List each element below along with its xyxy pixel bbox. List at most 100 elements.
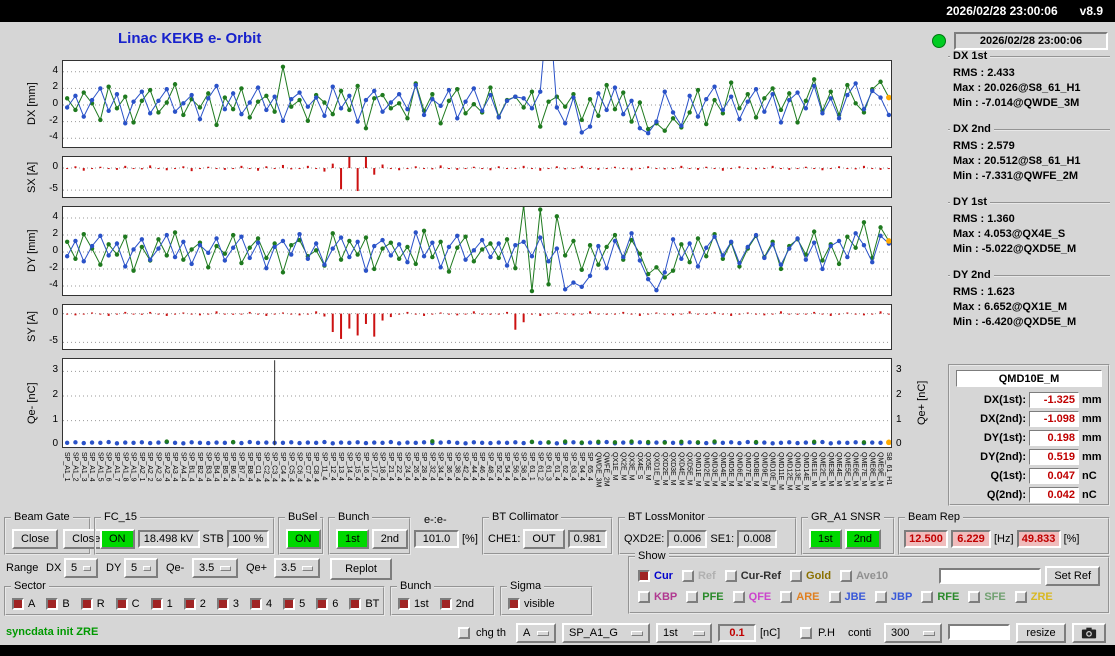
checkbox-1st[interactable] [398, 597, 410, 610]
check-item-a: A [12, 597, 35, 610]
checkbox-cur[interactable] [638, 570, 650, 582]
y-axis-title-dy: DY [mm] [26, 229, 38, 273]
bunch-1st-button[interactable]: 1st [336, 529, 369, 549]
menu-indicator-icon [220, 565, 231, 571]
conti-input[interactable] [948, 624, 1010, 640]
checkbox-jbe[interactable] [828, 591, 841, 603]
bunch-select-frame: Bunch 1st 2nd [328, 511, 411, 555]
check-label-c: C [131, 597, 140, 610]
checkbox-bt[interactable] [349, 597, 362, 610]
checkbox-4[interactable] [249, 597, 262, 610]
beam-gate-close-1-button[interactable]: Close [12, 529, 59, 549]
beam-rep-hz-label: [Hz] [994, 533, 1014, 545]
ee-ratio-label: e-:e- [424, 514, 447, 526]
range-qem-label: Qe- [166, 562, 185, 574]
checkbox-ave10[interactable] [840, 570, 853, 582]
screenshot-button[interactable] [1072, 623, 1106, 643]
check-item-zre: ZRE [1014, 591, 1053, 603]
beam-rep-frame: Beam Rep 12.500 6.229 [Hz] 49.833 [%] [898, 511, 1110, 555]
checkbox-6[interactable] [316, 597, 329, 610]
check-item-c: C [115, 597, 140, 610]
replot-button[interactable]: Replot [330, 558, 392, 580]
check-item-bt: BT [349, 597, 379, 610]
ph-label: P.H [818, 627, 835, 639]
check-label-cur-ref: Cur-Ref [740, 570, 782, 582]
checkbox-rfe[interactable] [921, 591, 934, 603]
gr-snsr-2nd-button[interactable]: 2nd [844, 529, 882, 549]
ee-ratio-unit: [%] [462, 533, 478, 545]
check-label-are: ARE [796, 591, 820, 603]
checkbox-cur-ref[interactable] [724, 570, 737, 582]
check-item-kbp: KBP [638, 591, 677, 603]
checkbox-b[interactable] [46, 597, 59, 610]
se1-label: SE1: [710, 533, 735, 545]
check-label-1st: 1st [414, 597, 429, 610]
chg-th-checkbox[interactable] [458, 627, 470, 639]
checkbox-qfe[interactable] [732, 591, 745, 603]
checkbox-c[interactable] [115, 597, 128, 610]
bunch-select[interactable]: 1st [656, 623, 712, 643]
checkbox-1[interactable] [150, 597, 163, 610]
range-qem-select[interactable]: 3.5 [192, 558, 238, 578]
checkbox-ref[interactable] [681, 570, 694, 582]
che1-value-display: 0.981 [567, 530, 608, 548]
check-item-rfe: RFE [921, 591, 959, 603]
check-label-qfe: QFE [748, 591, 772, 603]
qxd2e-value-display: 0.006 [667, 530, 708, 548]
checkbox-jbp[interactable] [874, 591, 887, 603]
che1-out-button[interactable]: OUT [523, 529, 565, 549]
chart-dy [62, 206, 892, 296]
qxd2e-label: QXD2E: [624, 533, 665, 545]
bunch-2nd-button[interactable]: 2nd [371, 529, 409, 549]
checkbox-2[interactable] [183, 597, 196, 610]
checkbox-visible[interactable] [508, 597, 520, 610]
checkbox-5[interactable] [283, 597, 296, 610]
checkbox-pfe[interactable] [686, 591, 699, 603]
show-row-2: KBP PFE QFE ARE JBE JBP RFE SFE ZRE [638, 591, 1062, 603]
che1-label: CHE1: [488, 533, 521, 545]
checkbox-gold[interactable] [790, 570, 803, 582]
status-row: syncdata init ZRE chg th A SP_A1_G 1st 0… [0, 622, 1115, 644]
busel-on-button[interactable]: ON [286, 529, 321, 549]
range-qep-select[interactable]: 3.5 [274, 558, 320, 578]
resize-button[interactable]: resize [1016, 623, 1066, 643]
checkbox-2nd[interactable] [439, 597, 452, 610]
fc15-on-button[interactable]: ON [100, 529, 135, 549]
menu-indicator-icon [302, 565, 313, 571]
conti-count-select[interactable]: 300 [884, 623, 942, 643]
checkbox-kbp[interactable] [638, 591, 650, 603]
check-item-are: ARE [780, 591, 820, 603]
threshold-unit: [nC] [760, 627, 781, 639]
range-dy-select[interactable]: 5 [124, 558, 158, 578]
set-ref-input[interactable] [939, 568, 1042, 584]
checkbox-r[interactable] [80, 597, 93, 610]
beam-rep-pct-label: [%] [1063, 533, 1080, 545]
checkbox-are[interactable] [780, 591, 793, 603]
range-qep-label: Qe+ [246, 562, 268, 574]
check-item-visible: visible [508, 597, 555, 610]
y-axis-title-qe: Qe- [nC] [26, 382, 38, 424]
ph-checkbox[interactable] [800, 627, 812, 639]
y-axis-title-sx: SX [A] [26, 161, 38, 193]
check-item-jbp: JBP [874, 591, 912, 603]
gr-snsr-1st-button[interactable]: 1st [809, 529, 842, 549]
set-ref-button[interactable]: Set Ref [1045, 566, 1100, 586]
fc15-percent-display: 100 % [226, 530, 269, 548]
check-item-5: 5 [283, 597, 305, 610]
fc15-voltage-display: 18.498 kV [137, 530, 200, 548]
check-item-pfe: PFE [686, 591, 724, 603]
checkbox-zre[interactable] [1014, 591, 1027, 603]
check-label-b: B [62, 597, 70, 610]
bpm-select[interactable]: SP_A1_G [562, 623, 650, 643]
check-label-4: 4 [265, 597, 273, 610]
checkbox-a[interactable] [12, 597, 24, 610]
checkbox-3[interactable] [216, 597, 229, 610]
check-item-3: 3 [216, 597, 239, 610]
y-tick-label-right: 3 [896, 364, 902, 376]
check-item-b: B [46, 597, 70, 610]
range-dx-select[interactable]: 5 [64, 558, 98, 578]
sector-select[interactable]: A [516, 623, 556, 643]
chart-sy [62, 304, 892, 350]
y-tick-label-right: 2 [896, 388, 902, 400]
checkbox-sfe[interactable] [968, 591, 981, 603]
